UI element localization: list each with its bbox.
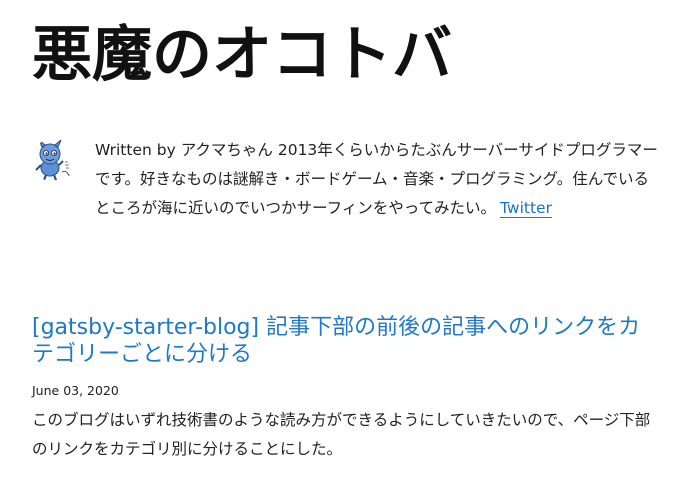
avatar-image bbox=[32, 138, 76, 182]
author-bio: Written by アクマちゃん 2013年くらいからたぶんサーバーサイドプロ… bbox=[32, 136, 664, 223]
post-title: [gatsby-starter-blog] 記事下部の前後の記事へのリンクをカテ… bbox=[32, 314, 662, 368]
bio-description: Written by アクマちゃん 2013年くらいからたぶんサーバーサイドプロ… bbox=[95, 141, 658, 217]
site-title[interactable]: 悪魔のオコトバ bbox=[32, 18, 452, 92]
twitter-link[interactable]: Twitter bbox=[500, 199, 552, 218]
post-excerpt: このブログはいずれ技術書のような読み方ができるようにしていきたいので、ページ下部… bbox=[32, 411, 651, 458]
devil-mascot-avatar-icon bbox=[32, 138, 76, 182]
bio-text-block: Written by アクマちゃん 2013年くらいからたぶんサーバーサイドプロ… bbox=[95, 136, 661, 223]
post-date: June 03, 2020 bbox=[32, 383, 119, 398]
post-list-item: [gatsby-starter-blog] 記事下部の前後の記事へのリンクをカテ… bbox=[32, 314, 662, 464]
post-title-link[interactable]: [gatsby-starter-blog] 記事下部の前後の記事へのリンクをカテ… bbox=[32, 315, 640, 367]
